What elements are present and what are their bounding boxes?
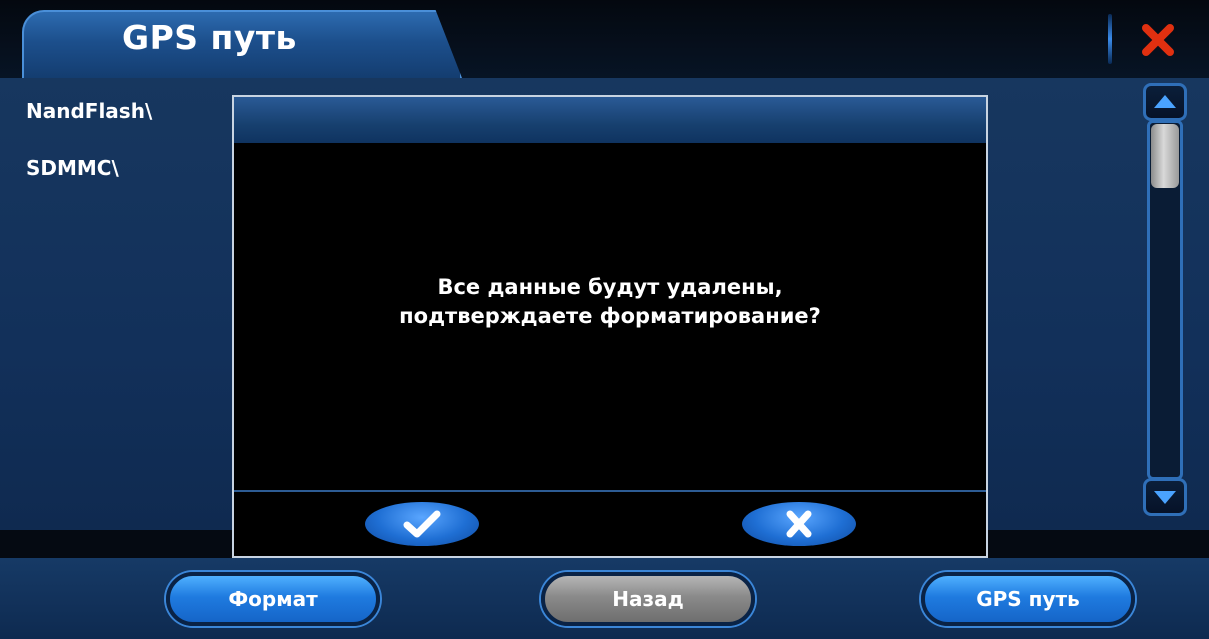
dialog-message-line2: подтверждаете форматирование?: [399, 304, 821, 328]
dialog-message: Все данные будут удалены, подтверждаете …: [234, 273, 986, 331]
scroll-up-button[interactable]: [1143, 83, 1187, 121]
close-button[interactable]: [1138, 20, 1178, 60]
x-icon: [786, 510, 812, 538]
dialog-divider: [234, 490, 986, 492]
page-title: GPS путь: [122, 18, 297, 57]
scroll-down-button[interactable]: [1143, 478, 1187, 516]
dialog-header: [234, 97, 986, 143]
title-separator: [1108, 14, 1112, 64]
confirm-button[interactable]: [365, 502, 479, 546]
back-button[interactable]: Назад: [541, 572, 755, 626]
scroll-thumb[interactable]: [1151, 124, 1179, 188]
confirm-format-dialog: Все данные будут удалены, подтверждаете …: [232, 95, 988, 558]
list-item-sdmmc[interactable]: SDMMC\: [26, 156, 119, 180]
close-icon: [1142, 24, 1174, 56]
triangle-down-icon: [1154, 491, 1176, 504]
dialog-message-line1: Все данные будут удалены,: [437, 275, 783, 299]
checkmark-icon: [403, 510, 441, 538]
cancel-button[interactable]: [742, 502, 856, 546]
format-button[interactable]: Формат: [166, 572, 380, 626]
list-item-nandflash[interactable]: NandFlash\: [26, 99, 152, 123]
title-bar: GPS путь: [0, 0, 1209, 78]
triangle-up-icon: [1154, 95, 1176, 108]
gps-path-button[interactable]: GPS путь: [921, 572, 1135, 626]
gps-path-screen: GPS путь NandFlash\ SDMMC\ Формат Назад …: [0, 0, 1209, 639]
